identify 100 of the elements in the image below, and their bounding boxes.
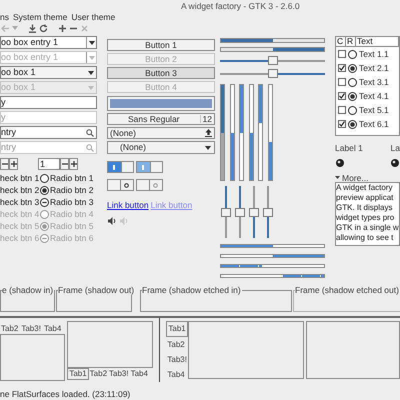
off-mark-icon	[124, 182, 130, 188]
caret-icon	[205, 146, 211, 150]
caret-icon	[88, 86, 94, 90]
column-header[interactable]: R	[346, 37, 356, 46]
spinner-icon	[391, 158, 399, 166]
tab[interactable]: Tab2	[166, 338, 186, 352]
text-view[interactable]: A widget factory preview applicat GTK. It displays widget types pro GTK in a single w allowing to see t	[335, 182, 400, 246]
speaker-icon[interactable]	[108, 216, 117, 224]
vertical-slider[interactable]	[263, 186, 273, 238]
search-icon	[86, 128, 94, 136]
caret-icon	[88, 40, 94, 44]
tab[interactable]: Tab1	[67, 368, 89, 380]
font-button[interactable]: Sans Regular 12	[107, 113, 215, 125]
increment-button[interactable]	[9, 158, 18, 170]
decrement-button[interactable]	[0, 158, 9, 170]
window-title: A widget factory - GTK 3 - 2.6.0	[180, 0, 301, 12]
slider-thumb[interactable]	[268, 56, 278, 65]
tree-cell: Text 5.1	[359, 106, 389, 114]
tab[interactable]: Tab4	[130, 368, 149, 378]
refresh-icon[interactable]	[39, 24, 48, 32]
upload-icon	[205, 129, 212, 137]
link-button[interactable]: Link button	[107, 201, 149, 210]
notebook-panel	[0, 334, 66, 381]
plus-icon	[70, 161, 76, 167]
push-button[interactable]: Button 1	[107, 39, 215, 51]
plus-icon	[10, 161, 16, 167]
tree-cell: Text 3.1	[359, 78, 389, 86]
tree-cell: Text 1.1	[359, 50, 389, 58]
push-button[interactable]: Button 3	[107, 67, 215, 79]
vertical-slider[interactable]	[249, 186, 259, 238]
slider[interactable]	[220, 56, 325, 65]
label-text: Label 1	[335, 144, 363, 152]
slider[interactable]	[220, 69, 325, 78]
slider-thumb[interactable]	[268, 69, 278, 78]
plus-icon[interactable]	[58, 24, 67, 32]
vertical-slider[interactable]	[221, 186, 231, 238]
on-mark-icon	[142, 164, 144, 170]
file-chooser-button[interactable]: (None)	[107, 127, 215, 139]
checkbox-icon[interactable]	[338, 106, 346, 114]
decrement-button[interactable]	[60, 158, 69, 170]
tab[interactable]: Tab4	[42, 324, 62, 334]
frame-label: Frame (shadow etched in)	[142, 285, 242, 295]
combo-box-entry[interactable]: oo box entry 1	[0, 36, 97, 49]
increment-button[interactable]	[69, 158, 78, 170]
checkbox-icon[interactable]	[338, 92, 346, 100]
off-mark-icon	[153, 182, 158, 188]
text-field[interactable]: y	[0, 96, 97, 109]
slider-thumb[interactable]	[235, 208, 245, 217]
frame-label: Frame (shadow out)	[58, 285, 136, 295]
slider-thumb[interactable]	[263, 208, 273, 217]
radio-button[interactable]: Radio btn 1	[40, 173, 97, 184]
checkbox-icon[interactable]	[338, 78, 346, 86]
tab[interactable]: Tab2	[88, 368, 108, 378]
check-button[interactable]: heck btn 3	[0, 197, 40, 208]
check-button[interactable]: heck btn 1	[0, 173, 40, 184]
expander-arrow-icon	[335, 175, 340, 180]
caret-icon	[88, 56, 94, 60]
combo-box[interactable]: oo box 1	[0, 66, 97, 79]
radio-button[interactable]: Radio btn 3	[40, 197, 97, 208]
search-icon	[86, 144, 94, 152]
tab[interactable]: Tab4	[166, 368, 186, 382]
expander[interactable]: More...	[335, 174, 400, 182]
tree-cell: Text 6.1	[359, 120, 389, 128]
caret-icon	[88, 70, 94, 74]
slider-thumb[interactable]	[249, 208, 259, 217]
tree-cell: Text 2.1	[359, 64, 389, 72]
check-button[interactable]: heck btn 2	[0, 185, 40, 196]
column-header[interactable]: Text	[356, 37, 399, 46]
checkbox-icon[interactable]	[338, 64, 346, 72]
minus-icon	[62, 161, 68, 167]
tree-cell: Text 4.1	[359, 92, 389, 100]
spin-field[interactable]: 1	[38, 158, 60, 170]
status-bar-text: ne FlatSurfaces loaded. (23:11:09)	[0, 390, 132, 398]
toggle-switch[interactable]	[107, 179, 134, 191]
toggle-switch[interactable]	[107, 161, 134, 173]
spinner-icon	[336, 158, 344, 166]
download-icon[interactable]	[28, 24, 37, 32]
frame-label: Frame (shadow etched out)	[295, 285, 400, 295]
tab[interactable]: Tab1	[166, 321, 188, 337]
color-button[interactable]	[107, 96, 215, 111]
search-field[interactable]: ntry	[0, 126, 97, 139]
tab[interactable]: Tab3!	[166, 353, 188, 367]
vertical-slider[interactable]	[235, 186, 245, 238]
radio-button[interactable]: Radio btn 2	[40, 185, 97, 196]
checkbox-icon[interactable]	[338, 50, 346, 58]
slider-thumb[interactable]	[221, 208, 231, 217]
column-header[interactable]: C	[336, 37, 346, 46]
combo-box[interactable]: (None)	[107, 141, 215, 154]
tab[interactable]: Tab3!	[108, 368, 130, 378]
menu-item[interactable]: User theme	[71, 12, 116, 22]
minus-icon	[2, 161, 8, 167]
tab[interactable]: Tab2	[0, 324, 20, 334]
caret-icon	[12, 26, 18, 30]
checkbox-icon[interactable]	[338, 120, 346, 128]
tab[interactable]: Tab3!	[20, 324, 42, 334]
label-text: La	[390, 144, 400, 152]
menu-item[interactable]: ns	[0, 12, 9, 22]
on-mark-icon	[113, 164, 116, 170]
frame-label: e (shadow in)	[2, 285, 54, 295]
menu-item[interactable]: System theme	[12, 12, 68, 22]
